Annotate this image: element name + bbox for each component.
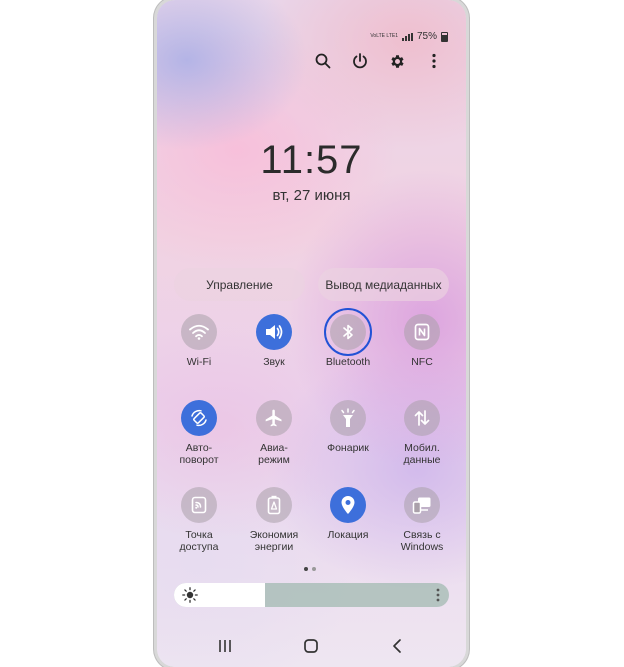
- flashlight-icon: [330, 400, 366, 436]
- signal-label: VoLTE LTE1: [370, 33, 398, 39]
- page-dot: [312, 567, 316, 571]
- page-indicator: [304, 567, 316, 571]
- bluetooth-icon: [324, 308, 372, 356]
- tile-airplane[interactable]: Авиа-режим: [239, 400, 309, 466]
- location-icon: [330, 487, 366, 523]
- top-actions: [313, 51, 444, 71]
- status-bar: VoLTE LTE1 75%: [370, 31, 448, 42]
- tile-label: Авиа-: [260, 442, 288, 454]
- tile-label: NFC: [411, 356, 433, 368]
- airplane-icon: [256, 400, 292, 436]
- sound-icon: [256, 314, 292, 350]
- wifi-icon: [181, 314, 217, 350]
- brightness-slider[interactable]: [174, 583, 449, 607]
- nfc-icon: [404, 314, 440, 350]
- tile-link-windows[interactable]: Связь с Windows: [387, 487, 457, 553]
- tile-label-2: поворот: [179, 454, 219, 466]
- mobile-data-icon: [404, 400, 440, 436]
- tile-label-2: энергии: [254, 541, 294, 553]
- recent-apps-icon[interactable]: [215, 636, 235, 656]
- tile-label: Авто-: [185, 442, 213, 454]
- tile-auto-rotate[interactable]: Авто-поворот: [164, 400, 234, 466]
- brightness-more-icon[interactable]: [435, 587, 441, 607]
- tile-bluetooth[interactable]: Bluetooth: [313, 308, 383, 368]
- phone-screen: VoLTE LTE1 75% 11:57 вт, 27 июня Управле…: [157, 0, 466, 667]
- tile-label: Связь с: [403, 529, 441, 541]
- tile-label: Фонарик: [327, 442, 369, 454]
- back-icon[interactable]: [387, 636, 407, 656]
- tile-label: Локация: [327, 529, 369, 541]
- tile-mobile-data[interactable]: Мобил. данные: [387, 400, 457, 466]
- clock-time: 11:57: [260, 138, 363, 182]
- media-output-button[interactable]: Вывод медиаданных: [318, 268, 449, 301]
- focus-ring: [324, 308, 372, 356]
- tile-label-2: режим: [258, 454, 290, 466]
- tile-sound[interactable]: Звук: [239, 314, 309, 368]
- home-icon[interactable]: [301, 636, 321, 656]
- control-button[interactable]: Управление: [174, 268, 305, 301]
- tile-label: Мобил.: [404, 442, 440, 454]
- tile-label: Экономия: [249, 529, 299, 541]
- tile-label-2: Windows: [400, 541, 444, 553]
- tile-location[interactable]: Локация: [313, 487, 383, 541]
- page-dot-active: [304, 567, 308, 571]
- battery-icon: [441, 31, 448, 42]
- tile-hotspot[interactable]: Точка доступа: [164, 487, 234, 553]
- tile-nfc[interactable]: NFC: [387, 314, 457, 368]
- clock-date: вт, 27 июня: [272, 187, 351, 204]
- tile-label-2: доступа: [179, 541, 219, 553]
- tile-label: Точка: [185, 529, 213, 541]
- gear-icon[interactable]: [387, 51, 407, 71]
- sun-icon: [182, 587, 198, 607]
- power-icon[interactable]: [350, 51, 370, 71]
- navigation-bar: [157, 634, 466, 658]
- search-icon[interactable]: [313, 51, 333, 71]
- signal-bars-icon: [401, 32, 413, 41]
- tile-flashlight[interactable]: Фонарик: [313, 400, 383, 454]
- link-windows-icon: [404, 487, 440, 523]
- tile-label-2: данные: [403, 454, 441, 466]
- battery-percent: 75%: [416, 31, 437, 42]
- hotspot-icon: [181, 487, 217, 523]
- tile-battery-saver[interactable]: Экономия энергии: [239, 487, 309, 553]
- auto-rotate-icon: [181, 400, 217, 436]
- more-vert-icon[interactable]: [424, 51, 444, 71]
- tile-label: Звук: [263, 356, 285, 368]
- tile-label: Wi-Fi: [186, 356, 212, 368]
- tile-wifi[interactable]: Wi-Fi: [164, 314, 234, 368]
- tile-label: Bluetooth: [325, 356, 371, 368]
- battery-saver-icon: [256, 487, 292, 523]
